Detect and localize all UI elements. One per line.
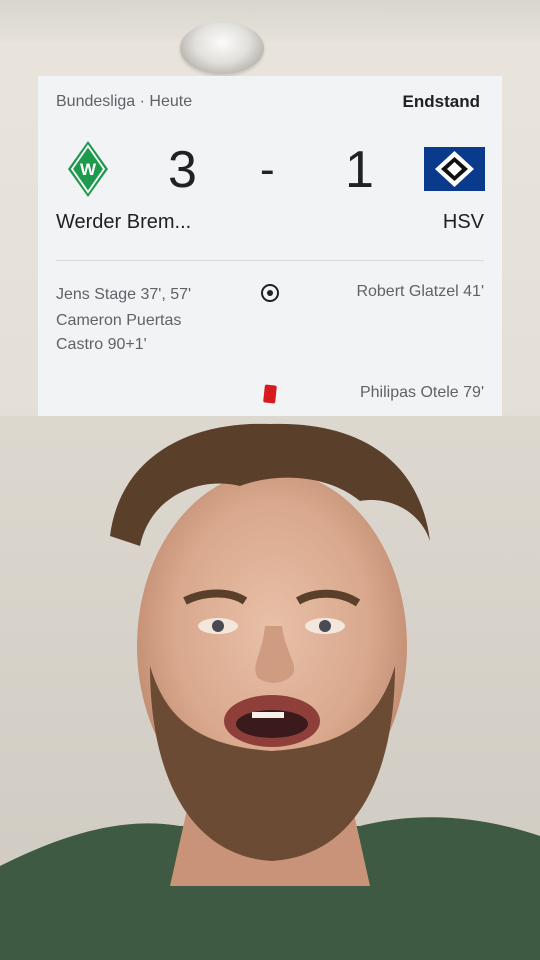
- home-goal-scorers: Jens Stage 37', 57' Cameron Puertas Cast…: [56, 283, 226, 359]
- divider: [56, 260, 484, 261]
- svg-text:W: W: [80, 160, 97, 179]
- match-status: Endstand: [402, 92, 480, 111]
- soccer-ball-icon: [261, 284, 279, 302]
- ceiling-lamp: [180, 22, 264, 74]
- red-card-icon: [263, 384, 277, 404]
- home-score: 3: [168, 141, 197, 199]
- home-goal-entry: Jens Stage 37', 57': [56, 286, 192, 303]
- away-goal-scorers: Robert Glatzel 41': [356, 283, 484, 301]
- away-card-entry: Philipas Otele 79': [359, 384, 484, 401]
- away-team-name[interactable]: HSV: [443, 211, 484, 234]
- ceiling: [0, 0, 540, 42]
- away-goal-entry: Robert Glatzel 41': [356, 283, 484, 300]
- away-card-entries: Philipas Otele 79': [360, 384, 484, 402]
- hsv-logo-icon[interactable]: [424, 147, 485, 191]
- competition-label: Bundesliga · Heute: [56, 93, 193, 110]
- away-score: 1: [345, 141, 374, 199]
- person-photo: [0, 416, 540, 960]
- score-separator: -: [260, 145, 275, 194]
- home-team-name[interactable]: Werder Brem...: [56, 211, 191, 234]
- match-score-card[interactable]: Bundesliga · Heute Endstand W 3 - 1 Werd…: [38, 76, 502, 416]
- home-goal-entry: Cameron Puertas Castro 90+1': [56, 312, 182, 353]
- werder-bremen-logo-icon[interactable]: W: [67, 140, 109, 198]
